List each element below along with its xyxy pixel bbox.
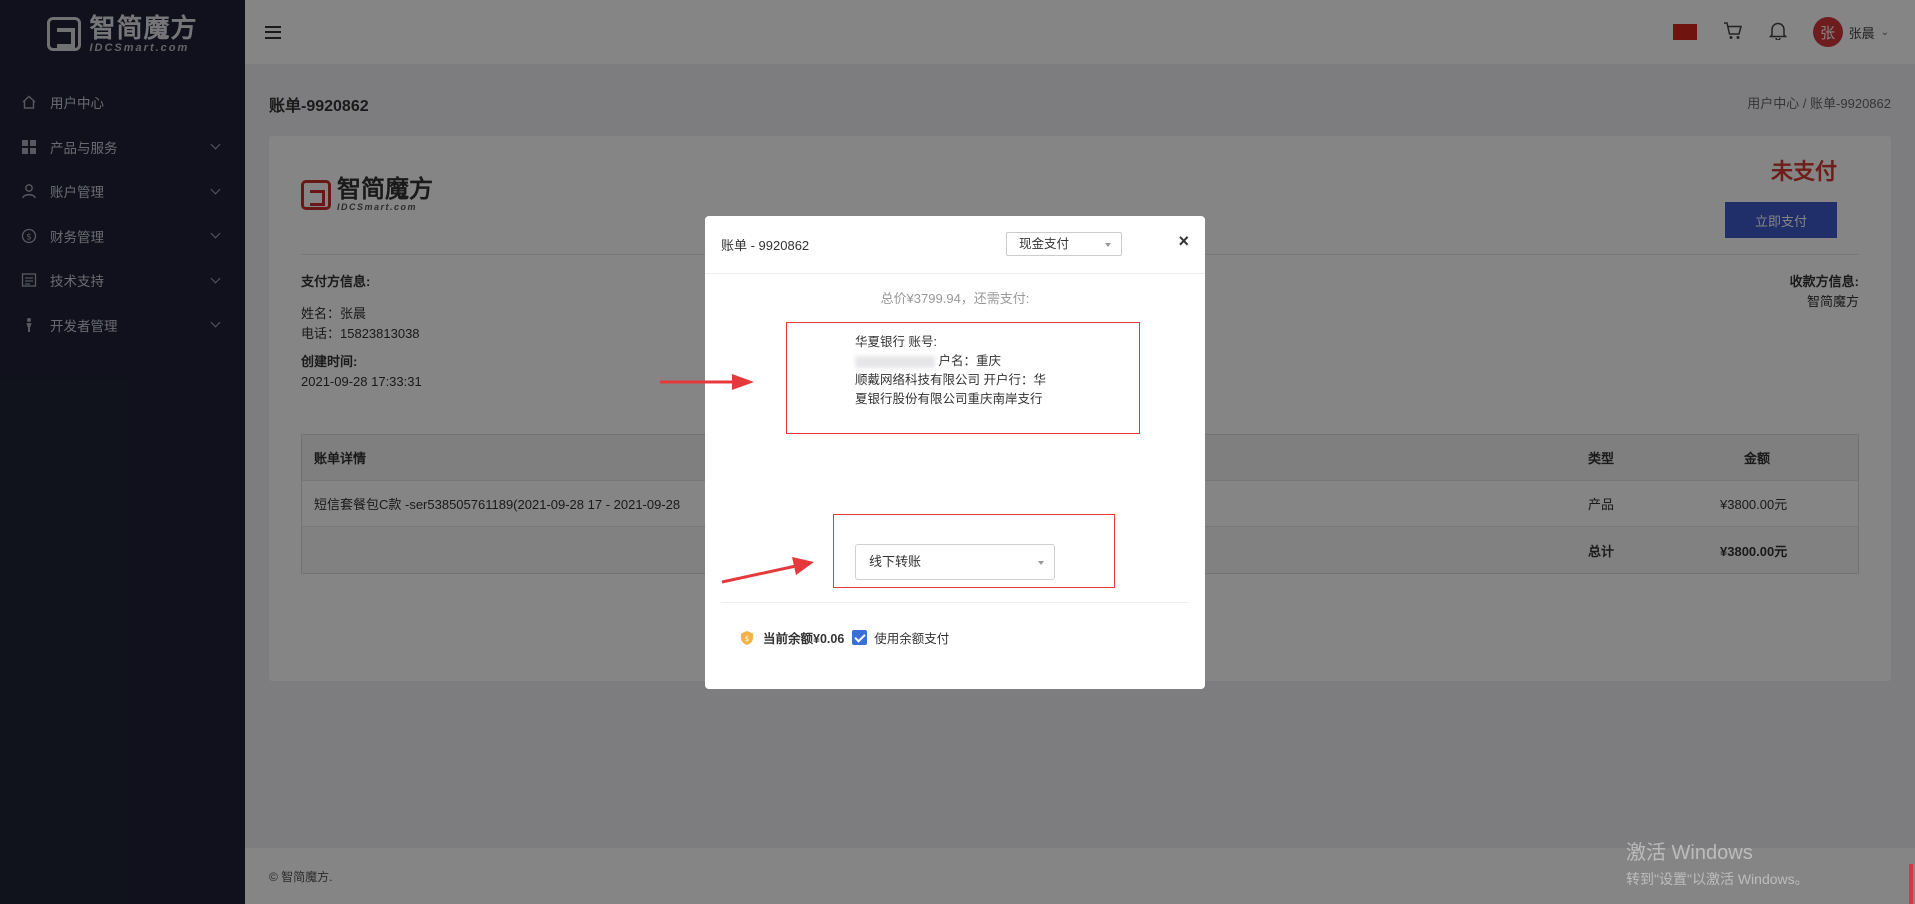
bank-account-info: 华夏银行 账号: 户名：重庆 顺戴网络科技有限公司 开户行：华 夏银行股份有限公… — [855, 333, 1085, 409]
caret-down-icon — [1105, 243, 1111, 247]
payment-modal: 账单 - 9920862 现金支付 × 总价¥3799.94，还需支付: 华夏银… — [705, 216, 1205, 689]
bank-line: 华夏银行 账号: — [855, 335, 937, 349]
balance-row: $ 当前余额¥0.06 使用余额支付 — [739, 628, 949, 647]
annotation-arrow-icon — [660, 374, 754, 390]
close-icon[interactable]: × — [1178, 232, 1189, 250]
divider — [721, 602, 1189, 603]
watermark-subtitle: 转到"设置"以激活 Windows。 — [1626, 871, 1809, 887]
use-balance-checkbox[interactable] — [852, 630, 868, 645]
transfer-method-value: 线下转账 — [869, 554, 922, 569]
caret-down-icon — [1038, 561, 1044, 565]
scrollbar[interactable] — [1909, 864, 1913, 904]
transfer-method-select[interactable]: 线下转账 — [855, 544, 1055, 580]
bank-line: 夏银行股份有限公司重庆南岸支行 — [855, 392, 1043, 406]
payment-method-select[interactable]: 现金支付 — [1006, 232, 1122, 256]
windows-activation-watermark: 激活 Windows 转到"设置"以激活 Windows。 — [1626, 836, 1809, 889]
svg-text:$: $ — [745, 635, 749, 643]
modal-title: 账单 - 9920862 — [721, 238, 810, 253]
bank-line: 顺戴网络科技有限公司 开户行：华 — [855, 373, 1046, 387]
modal-header: 账单 - 9920862 现金支付 × — [705, 216, 1205, 274]
shield-icon: $ — [739, 630, 755, 646]
annotation-arrow-icon — [721, 557, 814, 584]
payment-method-value: 现金支付 — [1019, 237, 1070, 251]
redacted-account — [855, 355, 935, 368]
use-balance-label[interactable]: 使用余额支付 — [874, 628, 949, 647]
current-balance: 当前余额¥0.06 — [763, 632, 845, 646]
watermark-title: 激活 Windows — [1626, 842, 1753, 864]
bank-line: 户名：重庆 — [938, 354, 1001, 368]
total-due-text: 总价¥3799.94，还需支付: — [880, 291, 1030, 306]
